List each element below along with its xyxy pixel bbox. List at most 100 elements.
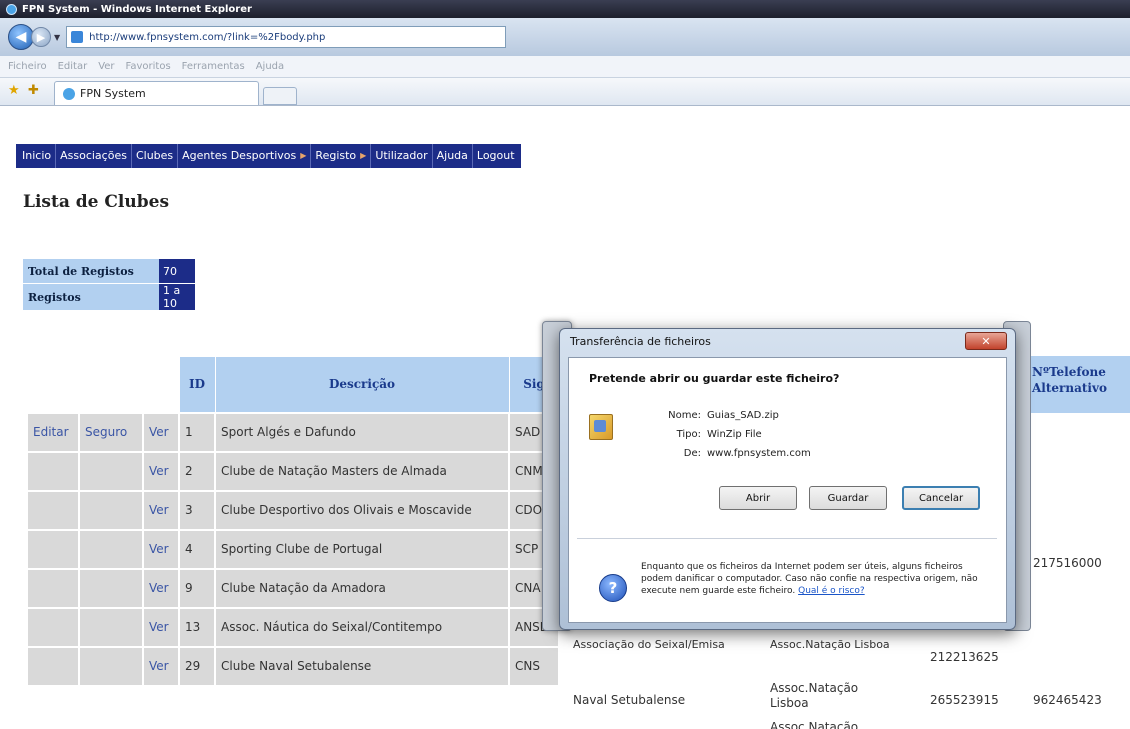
range-label: Registos (23, 284, 159, 310)
from-label: De: (683, 448, 701, 459)
cell-telefone-alt: 962465423 (1033, 693, 1102, 707)
cell-empty (78, 489, 144, 531)
table-row: Ver 4 Sporting Clube de Portugal SCP (26, 528, 560, 570)
cell-telefone: 265523915 (930, 693, 999, 707)
cell-empty (26, 489, 80, 531)
favorites-star-icon[interactable]: ★ (8, 84, 22, 98)
cell-nome: Naval Setubalense (573, 693, 686, 707)
menu-view[interactable]: Ver (98, 61, 114, 72)
cell-descricao: Clube Naval Setubalense (214, 645, 510, 687)
cell-id: 4 (178, 528, 216, 570)
table-row: Ver 2 Clube de Natação Masters de Almada… (26, 450, 560, 492)
cell-id: 1 (178, 411, 216, 453)
clubs-table: ID Descrição Sig Editar Seguro Ver 1 Spo… (26, 356, 560, 687)
total-label: Total de Registos (23, 259, 159, 283)
cell-empty (78, 645, 144, 687)
menu-ajuda[interactable]: Ajuda (433, 144, 473, 168)
cell-descricao: Clube Natação da Amadora (214, 567, 510, 609)
cancel-button[interactable]: Cancelar (902, 486, 980, 510)
address-bar[interactable]: http://www.fpnsystem.com/?link=%2Fbody.p… (66, 26, 507, 48)
menu-file[interactable]: Ficheiro (8, 61, 47, 72)
browser-tab[interactable]: FPN System (54, 81, 259, 105)
view-link[interactable]: Ver (142, 567, 180, 609)
view-link[interactable]: Ver (142, 606, 180, 648)
cell-associacao: Assoc.Natação Lisboa (770, 681, 859, 710)
range-value: 1 a 10 (159, 284, 195, 310)
view-link[interactable]: Ver (142, 645, 180, 687)
add-favorites-icon[interactable]: ✚ (28, 84, 42, 98)
table-header: ID Descrição Sig (26, 356, 560, 413)
cell-descricao: Sporting Clube de Portugal (214, 528, 510, 570)
submenu-arrow-icon: ▶ (360, 151, 367, 160)
cell-empty (78, 528, 144, 570)
view-link[interactable]: Ver (142, 411, 180, 453)
forward-button[interactable]: ▶ (31, 27, 51, 47)
menu-tools[interactable]: Ferramentas (182, 61, 245, 72)
table-row: Ver 29 Clube Naval Setubalense CNS (26, 645, 560, 687)
header-telefone-alt[interactable]: NºTelefone Alternativo (1028, 356, 1130, 413)
page-title: Lista de Clubes (23, 192, 170, 212)
window-titlebar: FPN System - Windows Internet Explorer (0, 0, 1130, 18)
dialog-question: Pretende abrir ou guardar este ficheiro? (589, 372, 840, 385)
cell-empty (26, 528, 80, 570)
total-value: 70 (159, 259, 195, 283)
cell-descricao: Clube Desportivo dos Olivais e Moscavide (214, 489, 510, 531)
menu-edit[interactable]: Editar (58, 61, 88, 72)
table-row: Editar Seguro Ver 1 Sport Algés e Dafund… (26, 411, 560, 453)
cell-empty (26, 645, 80, 687)
menu-associacoes[interactable]: Associações (56, 144, 132, 168)
window-title: FPN System - Windows Internet Explorer (22, 3, 252, 15)
cell-empty (26, 567, 80, 609)
edit-link[interactable]: Editar (26, 411, 80, 453)
view-link[interactable]: Ver (142, 489, 180, 531)
cell-descricao: Sport Algés e Dafundo (214, 411, 510, 453)
cell-id: 29 (178, 645, 216, 687)
security-warning: Enquanto que os ficheiros da Internet po… (641, 561, 991, 597)
submenu-arrow-icon: ▶ (300, 151, 307, 160)
menu-inicio[interactable]: Inicio (18, 144, 57, 168)
menu-agentes[interactable]: Agentes Desportivos ▶ (178, 144, 312, 168)
file-type: WinZip File (707, 429, 762, 440)
table-row: Ver 9 Clube Natação da Amadora CNA (26, 567, 560, 609)
cell-nome: Associação do Seixal/Emisa (573, 638, 725, 651)
header-descricao[interactable]: Descrição (214, 356, 510, 413)
cell-id: 2 (178, 450, 216, 492)
cell-id: 13 (178, 606, 216, 648)
cell-empty (26, 606, 80, 648)
menu-help[interactable]: Ajuda (256, 61, 284, 72)
close-button[interactable]: ✕ (965, 332, 1007, 350)
file-name: Guias_SAD.zip (707, 410, 779, 421)
cell-descricao: Clube de Natação Masters de Almada (214, 450, 510, 492)
view-link[interactable]: Ver (142, 528, 180, 570)
address-url: http://www.fpnsystem.com/?link=%2Fbody.p… (89, 31, 326, 43)
file-download-dialog: Transferência de ficheiros ✕ Pretende ab… (559, 328, 1016, 630)
cell-id: 3 (178, 489, 216, 531)
cell-empty (26, 450, 80, 492)
table-row: Ver 13 Assoc. Náutica do Seixal/Contitem… (26, 606, 560, 648)
menu-favorites[interactable]: Favoritos (126, 61, 171, 72)
tab-title: FPN System (80, 87, 146, 100)
ie-logo-icon (6, 3, 17, 15)
dialog-separator (577, 538, 997, 539)
cell-telefone-alt: 217516000 (1033, 556, 1102, 570)
header-id[interactable]: ID (178, 356, 216, 413)
history-dropdown-icon[interactable]: ▼ (54, 33, 60, 42)
cell-associacao: Assoc.Natação (770, 720, 859, 729)
menu-logout[interactable]: Logout (473, 144, 519, 168)
menu-bar: Ficheiro Editar Ver Favoritos Ferramenta… (0, 56, 1130, 78)
name-label: Nome: (668, 410, 701, 421)
cell-empty (78, 606, 144, 648)
menu-registo[interactable]: Registo ▶ (311, 144, 372, 168)
insurance-link[interactable]: Seguro (78, 411, 144, 453)
cell-empty (78, 567, 144, 609)
menu-utilizador[interactable]: Utilizador (371, 144, 433, 168)
risk-link[interactable]: Qual é o risco? (798, 586, 865, 596)
menu-clubes[interactable]: Clubes (132, 144, 179, 168)
cell-sigla: CNS (508, 645, 560, 687)
view-link[interactable]: Ver (142, 450, 180, 492)
open-button[interactable]: Abrir (719, 486, 797, 510)
file-info: Nome: Guias_SAD.zip Tipo: WinZip File De: w… (639, 406, 811, 463)
new-tab-button[interactable] (263, 87, 297, 105)
cell-empty (78, 450, 144, 492)
save-button[interactable]: Guardar (809, 486, 887, 510)
